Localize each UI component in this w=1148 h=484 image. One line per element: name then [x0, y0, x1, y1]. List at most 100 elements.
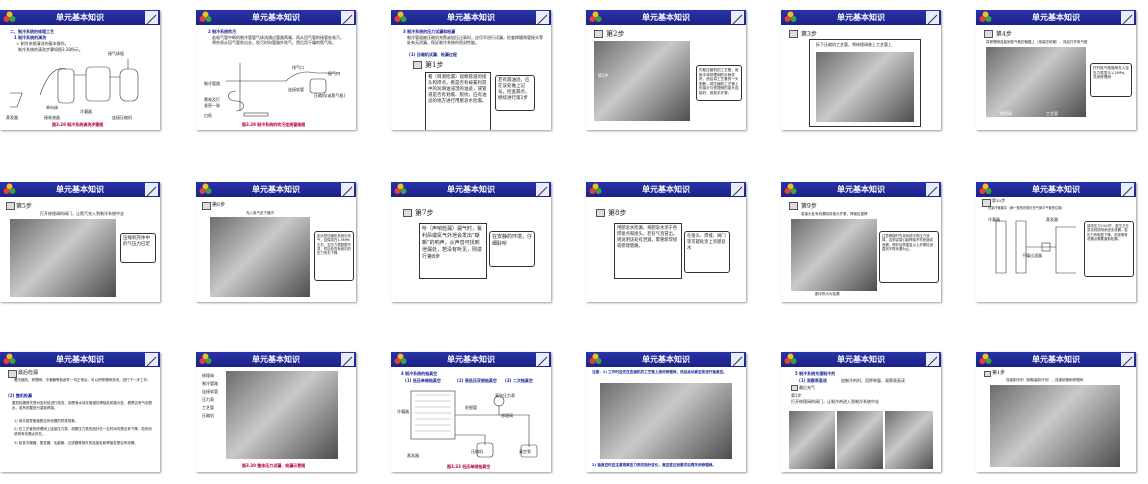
- photo: [210, 217, 310, 297]
- slide-14[interactable]: 单元基本知识 修理阀 制冷管路 连接软管 压力表 工艺管 压缩机 图3.30 整…: [196, 352, 356, 472]
- pen-icon: [926, 353, 939, 367]
- photo: [837, 411, 883, 469]
- label: 工艺管: [202, 405, 214, 410]
- slide-5[interactable]: 单元基本知识 第3步 拆下压缩机工艺管，将修理阀装上工艺管上: [781, 10, 941, 130]
- heading: 3 制冷系统的压力试漏和检漏: [403, 29, 456, 34]
- pen-icon: [1121, 353, 1134, 367]
- slide-11[interactable]: 单元基本知识 第9步 若接头处有泄漏则将接头拧紧，焊接处重焊 图中所示为检漏 注…: [781, 182, 941, 302]
- label: 修理阀: [501, 413, 513, 418]
- slide-7[interactable]: 单元基本知识 第5步 打开修理阀的阀门，让氮气充入到制冷系统中去 压缩机壳体中的…: [0, 182, 160, 302]
- pen-icon: [1121, 183, 1134, 197]
- label: 需吸及打: [204, 97, 220, 102]
- heading: 2 制冷系统吹污: [208, 29, 237, 34]
- slide-title: 单元基本知识: [1032, 185, 1080, 194]
- cleaning-diagram: [10, 59, 139, 108]
- label: 压缩机: [471, 449, 483, 454]
- label: 制冷管路: [204, 81, 220, 86]
- pen-icon: [145, 183, 158, 197]
- tip-bubble: 注意焊接时先将系统中的压力放掉，否则容易引起焊接不牢而造成泄漏，焊好后再重复以上…: [879, 231, 939, 283]
- tip-bubble: 在安静的环境，仔细聆听: [489, 231, 535, 267]
- label: 连接软管: [288, 87, 304, 92]
- slide-title: 单元基本知识: [56, 185, 104, 194]
- slide-15[interactable]: 单元基本知识 4 制冷系统的抽真空 (1) 低压单侧抽真空 (2) 高低压双侧抽…: [391, 352, 551, 472]
- text-line: 制冷系统的清洗步骤如图3.28所示。: [18, 47, 83, 52]
- slide-header: 单元基本知识: [0, 10, 160, 25]
- slide-header: 单元基本知识: [0, 182, 160, 197]
- step-label: 第6步: [212, 202, 226, 208]
- slide-4[interactable]: 单元基本知识 第2步 第2步 先取压缩机的工艺管，用扳手将修理阀的手柄关好，然后…: [586, 10, 746, 130]
- slide-title: 单元基本知识: [642, 185, 690, 194]
- step-text-box: 听（声响检漏）漏气时，氟利昂或氮气外泄会发出“嘶嘶”的响声，从声音可找到泄漏处，…: [419, 223, 487, 279]
- slide-17[interactable]: 单元基本知识 5 制冷系统充灌制冷剂 (1) 观察表直读 加制冷剂时，用秤称量，…: [781, 352, 941, 472]
- heading: 5 制冷系统充灌制冷剂: [795, 371, 836, 376]
- tip-bubble: 压缩机壳体中的气压力已足: [120, 233, 156, 263]
- slide-16[interactable]: 单元基本知识 注意：1) 工作时应先在压缩机的工艺管上接好修理阀，然后启动真空泵…: [586, 352, 746, 472]
- step-label: 第3步: [801, 31, 817, 38]
- pen-icon: [731, 183, 744, 197]
- slide-6[interactable]: 单元基本知识 第4步 将修理阀连接到氮气瓶的管路上（用高压软管），然后打开氮气瓶…: [976, 10, 1136, 130]
- step-label: 第4步: [996, 31, 1012, 38]
- slide-3[interactable]: 单元基本知识 3 制冷系统的压力试漏和检漏 制冷管道被压缩机充氮或加压过高时，应…: [391, 10, 551, 130]
- label: 接收液器: [44, 115, 60, 120]
- figure-caption: 图3.30 整体压力试漏、检漏示意图: [242, 463, 306, 468]
- slide-header: 单元基本知识: [976, 182, 1136, 197]
- text-block: 制冷管道被压缩机充氮或加压过高时，应尽早进行试漏，检查焊缝和管接头等处有无泄漏，…: [407, 35, 543, 45]
- slide-header: 单元基本知识: [196, 10, 356, 25]
- tip-bubble: 如大型压缩机系统中充气，应保持在1.5MPa左右，至压力表数据不变，然后检查系统…: [314, 231, 354, 281]
- slide-title: 单元基本知识: [56, 13, 104, 22]
- pen-icon: [536, 183, 549, 197]
- label: 排气口: [292, 65, 304, 70]
- square-bullet-icon: [6, 202, 15, 210]
- label: 紧密一致: [204, 103, 220, 108]
- subheading: (1) 压缩机试漏、检漏过程: [409, 52, 457, 57]
- label: 蒸发器: [407, 453, 419, 458]
- square-bullet-icon: [8, 370, 17, 378]
- slide-title: 单元基本知识: [447, 13, 495, 22]
- pen-icon: [926, 11, 939, 25]
- text-line: 2) 在工艺管的修理阀上连接压力表，观察压力表的指针在一定时间内是否有下降，若有…: [14, 427, 152, 436]
- subheading: (2) 整机检漏: [8, 393, 32, 398]
- step-label: 第2步: [606, 30, 625, 38]
- slide-13[interactable]: 单元基本知识 最后检漏 看压缩机、修理阀、冷凝器等各部件一切正常后，可以把修理阀…: [0, 352, 160, 472]
- label: 修理阀: [1000, 111, 1012, 116]
- text-block: 看压缩机、修理阀、冷凝器等各部件一切正常后，可以把修理阀关闭，进行下一步工作。: [14, 378, 151, 382]
- photo: [10, 219, 116, 297]
- text-line: 第1步: [791, 393, 802, 398]
- label: 连接软管: [202, 389, 218, 394]
- text-line: 打开修理阀的阀门，让制冷剂进入到制冷系统中去: [791, 399, 879, 404]
- slide-title: 单元基本知识: [837, 355, 885, 364]
- subheading: 1 制冷系统的清洗: [14, 35, 47, 40]
- square-bullet-icon: [596, 209, 605, 217]
- square-bullet-icon: [789, 202, 798, 210]
- pen-icon: [731, 11, 744, 25]
- subheading: (3) 二次抽真空: [505, 378, 533, 383]
- slide-title: 单元基本知识: [56, 355, 104, 364]
- note-text: 2) 抽真空时应注意观察压力表的指针变化，真空度达到要求后再关闭修理阀。: [592, 463, 716, 467]
- pen-icon: [536, 11, 549, 25]
- pen-icon: [145, 11, 158, 25]
- label: 真空泵: [519, 449, 531, 454]
- label: 真空压力表: [495, 393, 515, 398]
- slide-8[interactable]: 单元基本知识 第6步 充入氮气至于管内 如大型压缩机系统中充气，应保持在1.5M…: [196, 182, 356, 302]
- slide-1[interactable]: 单元基本知识 二、制冷系统的修理工艺 1 制冷系统的清洗 ➢ 制冷系统清洗的基本…: [0, 10, 160, 130]
- slide-2[interactable]: 单元基本知识 2 制冷系统吹污 若吸气管中断的制冷管管气体流通过管路两端，再从回…: [196, 10, 356, 130]
- pen-icon: [731, 353, 744, 367]
- photo-note: 连接制冷剂（钢瓶装制冷剂），连接软管和修理阀: [1006, 378, 1083, 382]
- slide-header: 单元基本知识: [781, 182, 941, 197]
- subheading: (1) 低压单侧抽真空: [405, 378, 441, 383]
- slide-10[interactable]: 单元基本知识 第8步 用肥皂水检漏，将肥皂水涂于各焊接点和接头，若有气泡冒出，则…: [586, 182, 746, 302]
- label: 蒸发器: [1046, 217, 1058, 222]
- slide-9[interactable]: 单元基本知识 第7步 听（声响检漏）漏气时，氟利昂或氮气外泄会发出“嘶嘶”的响声…: [391, 182, 551, 302]
- step-text-box: 用肥皂水检漏，将肥皂水涂于各焊接点和接头，若有气泡冒出，则说明该处有泄漏，需重新…: [614, 223, 682, 279]
- slide-title: 单元基本知识: [1032, 355, 1080, 364]
- slide-18[interactable]: 单元基本知识 第1步 连接制冷剂（钢瓶装制冷剂），连接软管和修理阀: [976, 352, 1136, 472]
- label: 连接压缩机: [112, 115, 132, 120]
- slide-header: 单元基本知识: [586, 182, 746, 197]
- slide-12[interactable]: 单元基本知识 第10步 在制冷管路中（两一般的时候分压气管与气管的位置） 冷凝器…: [976, 182, 1136, 302]
- photo-note: 打开修理阀的阀门，让氮气充入到制冷系统中去: [40, 211, 124, 216]
- step-label: 第7步: [415, 209, 434, 217]
- heading: 二、制冷系统的修理工艺: [10, 29, 54, 34]
- label: 制冷管路: [202, 381, 218, 386]
- label: 修理阀: [202, 373, 214, 378]
- label: 单向阀: [46, 105, 58, 110]
